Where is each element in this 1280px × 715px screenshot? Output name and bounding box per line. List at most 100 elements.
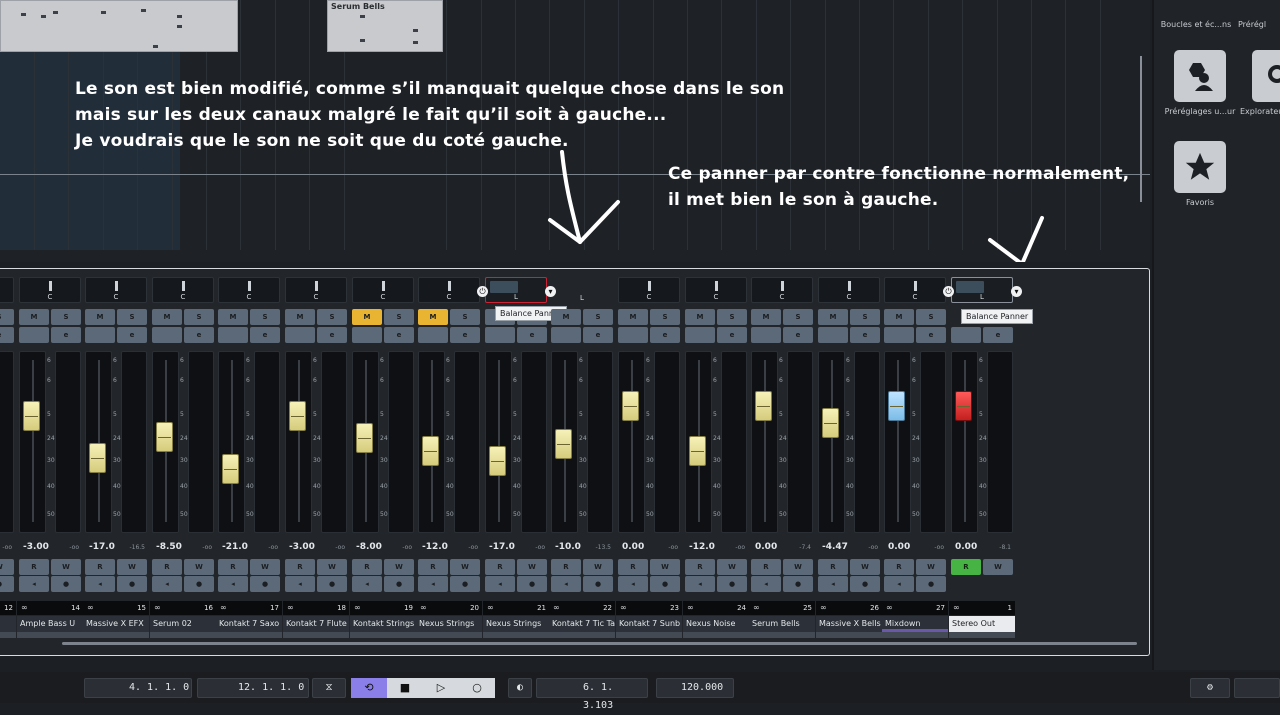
power-icon[interactable]: ⏻: [477, 286, 488, 297]
metronome-toggle[interactable]: ◐: [508, 678, 532, 698]
volume-fader-handle[interactable]: [422, 436, 439, 466]
edit-button[interactable]: e: [184, 327, 214, 343]
sync-button[interactable]: ⚙: [1190, 678, 1230, 698]
channel-name[interactable]: Kontakt 7 Saxo: [216, 616, 282, 632]
edit-button[interactable]: e: [717, 327, 747, 343]
listen-button[interactable]: [884, 327, 914, 343]
record-button[interactable]: ○: [459, 678, 495, 698]
read-automation-button[interactable]: R: [218, 559, 248, 575]
volume-fader-handle[interactable]: [755, 391, 772, 421]
volume-readout[interactable]: -17.0 -16.5: [83, 542, 149, 554]
left-locator[interactable]: 4. 1. 1. 0: [84, 678, 192, 698]
loops-item[interactable]: Boucles et éc...ns: [1156, 20, 1236, 29]
write-automation-button[interactable]: W: [850, 559, 880, 575]
edit-button[interactable]: e: [583, 327, 613, 343]
mute-button[interactable]: M: [85, 309, 115, 325]
volume-fader-handle[interactable]: [955, 391, 972, 421]
solo-button[interactable]: S: [184, 309, 214, 325]
mute-button[interactable]: M: [285, 309, 315, 325]
mute-button[interactable]: M: [751, 309, 781, 325]
volume-readout[interactable]: -8.00 -oo: [350, 542, 416, 554]
channel-name[interactable]: Kontakt 7 Sunb: [616, 616, 682, 632]
listen-button[interactable]: [485, 327, 515, 343]
write-automation-button[interactable]: W: [650, 559, 680, 575]
channel-name[interactable]: Kontakt 7 Tic Ta: [549, 616, 615, 632]
edit-button[interactable]: e: [117, 327, 147, 343]
record-enable-button[interactable]: ●: [0, 576, 14, 592]
channel-name[interactable]: Kontakt 7 Flute: [283, 616, 349, 632]
vertical-scrollbar[interactable]: [1140, 56, 1142, 202]
volume-readout[interactable]: -4.47 -oo: [816, 542, 882, 554]
volume-fader-handle[interactable]: [489, 446, 506, 476]
write-automation-button[interactable]: W: [783, 559, 813, 575]
explorer-item[interactable]: Explorateu: [1240, 50, 1280, 116]
solo-button[interactable]: S: [117, 309, 147, 325]
write-automation-button[interactable]: W: [51, 559, 81, 575]
volume-readout[interactable]: -3.00 -oo: [283, 542, 349, 554]
monitor-button[interactable]: ◂: [551, 576, 581, 592]
mute-button[interactable]: M: [418, 309, 448, 325]
read-automation-button[interactable]: R: [951, 559, 981, 575]
solo-button[interactable]: S: [51, 309, 81, 325]
listen-button[interactable]: [418, 327, 448, 343]
channel-name[interactable]: Nexus Strings: [416, 616, 482, 632]
solo-button[interactable]: S: [916, 309, 946, 325]
edit-button[interactable]: e: [517, 327, 547, 343]
volume-readout[interactable]: -12.0 -oo: [416, 542, 482, 554]
mixer-horizontal-scrollbar[interactable]: [62, 642, 1137, 645]
read-automation-button[interactable]: R: [818, 559, 848, 575]
read-automation-button[interactable]: R: [418, 559, 448, 575]
record-enable-button[interactable]: ●: [117, 576, 147, 592]
presets-item[interactable]: Prérégl: [1238, 20, 1280, 29]
record-enable-button[interactable]: ●: [850, 576, 880, 592]
channel-name[interactable]: Serum Bells: [749, 616, 815, 632]
monitor-button[interactable]: ◂: [884, 576, 914, 592]
volume-fader-handle[interactable]: [888, 391, 905, 421]
read-automation-button[interactable]: R: [19, 559, 49, 575]
solo-button[interactable]: S: [317, 309, 347, 325]
pan-control[interactable]: C: [618, 277, 680, 303]
read-automation-button[interactable]: R: [152, 559, 182, 575]
listen-button[interactable]: [618, 327, 648, 343]
edit-button[interactable]: e: [783, 327, 813, 343]
volume-fader-handle[interactable]: [156, 422, 173, 452]
record-enable-button[interactable]: ●: [783, 576, 813, 592]
volume-readout[interactable]: -17.0 -oo: [483, 542, 549, 554]
read-automation-button[interactable]: R: [352, 559, 382, 575]
volume-readout[interactable]: 0.00 -7.4: [749, 542, 815, 554]
monitor-button[interactable]: ◂: [152, 576, 182, 592]
listen-button[interactable]: [685, 327, 715, 343]
volume-readout[interactable]: -8.50 -oo: [150, 542, 216, 554]
edit-button[interactable]: e: [384, 327, 414, 343]
write-automation-button[interactable]: W: [317, 559, 347, 575]
chevron-down-icon[interactable]: ▾: [1011, 286, 1022, 297]
monitor-button[interactable]: ◂: [418, 576, 448, 592]
position-display[interactable]: 6. 1. 3.103: [536, 678, 648, 711]
volume-readout[interactable]: -3.00 -oo: [17, 542, 83, 554]
listen-button[interactable]: [152, 327, 182, 343]
pan-control[interactable]: C: [285, 277, 347, 303]
write-automation-button[interactable]: W: [450, 559, 480, 575]
write-automation-button[interactable]: W: [184, 559, 214, 575]
play-button[interactable]: ▷: [423, 678, 459, 698]
record-enable-button[interactable]: ●: [583, 576, 613, 592]
project-zoom-bar[interactable]: [0, 250, 1150, 262]
listen-button[interactable]: [218, 327, 248, 343]
volume-readout[interactable]: 0.00 -8.1: [949, 542, 1015, 554]
record-enable-button[interactable]: ●: [517, 576, 547, 592]
channel-name[interactable]: Ample Bass U: [17, 616, 83, 632]
midi-event-serum-bells[interactable]: Serum Bells: [327, 0, 443, 52]
monitor-button[interactable]: ◂: [218, 576, 248, 592]
solo-button[interactable]: S: [250, 309, 280, 325]
write-automation-button[interactable]: W: [0, 559, 14, 575]
monitor-button[interactable]: ◂: [751, 576, 781, 592]
balance-panner[interactable]: L: [485, 277, 547, 303]
balance-panner[interactable]: L: [951, 277, 1013, 303]
channel-name[interactable]: Mixdown: [882, 616, 948, 632]
listen-button[interactable]: [285, 327, 315, 343]
edit-button[interactable]: e: [51, 327, 81, 343]
mute-button[interactable]: M: [618, 309, 648, 325]
pan-control[interactable]: C: [418, 277, 480, 303]
record-enable-button[interactable]: ●: [916, 576, 946, 592]
mute-button[interactable]: M: [685, 309, 715, 325]
